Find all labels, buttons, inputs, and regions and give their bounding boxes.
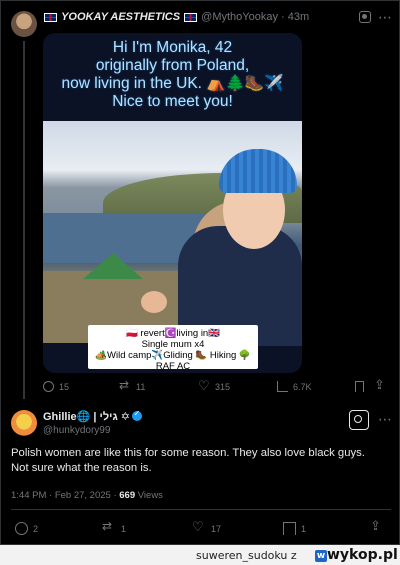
repost-icon xyxy=(102,519,116,535)
tweet-text: Polish women are like this for some reas… xyxy=(11,447,365,474)
tweet-actions: 15 11 315 6.7K xyxy=(43,377,385,395)
grok-icon[interactable] xyxy=(359,11,371,23)
more-icon[interactable]: ⋯ xyxy=(378,411,392,428)
like-button[interactable]: 17 xyxy=(192,519,221,535)
display-name[interactable]: YOOKAY AESTHETICS xyxy=(61,11,180,23)
wykop-logo-icon: w xyxy=(315,550,327,562)
timestamp[interactable]: 43m xyxy=(288,11,309,23)
bookmark-icon xyxy=(355,381,364,392)
repost-button[interactable]: 1 xyxy=(102,519,126,535)
bookmark-icon xyxy=(283,522,296,535)
repost-icon xyxy=(119,378,131,392)
more-icon[interactable]: ⋯ xyxy=(378,9,393,26)
verified-badge-icon xyxy=(132,409,142,421)
reply-button[interactable]: 15 xyxy=(43,381,69,392)
uk-flag-icon xyxy=(184,12,198,22)
watermark-footer: suweren_sudoku z w wykop.pl xyxy=(0,545,400,565)
grok-button[interactable] xyxy=(349,410,369,430)
display-name[interactable]: Ghillie🌐 | גילי ✡ xyxy=(43,409,142,423)
thread-connector xyxy=(23,41,25,399)
tweet-thread: YOOKAY AESTHETICS @MythoYookay · 43m ⋯ H… xyxy=(0,0,400,545)
reply-icon xyxy=(15,522,28,535)
reply-icon xyxy=(43,381,54,392)
views-label: Views xyxy=(135,490,163,501)
tweet-media[interactable]: Hi I'm Monika, 42 originally from Poland… xyxy=(43,33,302,373)
share-button[interactable] xyxy=(374,377,386,393)
media-caption: Hi I'm Monika, 42 originally from Poland… xyxy=(61,39,284,110)
heart-icon xyxy=(192,519,206,535)
share-icon xyxy=(370,518,384,535)
divider xyxy=(11,509,391,510)
views-count: 669 xyxy=(119,490,136,501)
photo xyxy=(43,121,302,346)
share-icon xyxy=(374,377,386,393)
handle[interactable]: @hunkydory99 xyxy=(43,425,110,436)
tweet-actions: 2 1 17 1 xyxy=(11,518,391,538)
bookmark-button[interactable]: 1 xyxy=(283,522,306,535)
uk-flag-icon xyxy=(44,12,57,22)
share-button[interactable] xyxy=(370,518,384,535)
views-icon xyxy=(277,381,288,392)
timestamp[interactable]: 1:44 PM · Feb 27, 2025 · xyxy=(11,490,119,501)
like-button[interactable]: 315 xyxy=(198,378,230,394)
uploader-name: suweren_sudoku z xyxy=(196,549,297,562)
repost-button[interactable]: 11 xyxy=(119,378,145,392)
reply-button[interactable]: 2 xyxy=(15,522,38,535)
avatar[interactable] xyxy=(11,410,37,436)
wykop-logo[interactable]: w wykop.pl xyxy=(315,547,398,563)
avatar[interactable] xyxy=(11,11,37,37)
views-button[interactable]: 6.7K xyxy=(277,381,312,392)
tent-shape xyxy=(83,253,143,279)
tweet-meta: 1:44 PM · Feb 27, 2025 · 669 Views xyxy=(11,490,163,501)
heart-icon xyxy=(198,378,210,394)
bio-caption-box: 🇵🇱 revert☪️living in🇬🇧 Single mum x4 🏕️W… xyxy=(88,325,258,372)
bookmark-button[interactable] xyxy=(355,381,364,392)
tweet-header: YOOKAY AESTHETICS @MythoYookay · 43m xyxy=(43,11,309,23)
handle[interactable]: @MythoYookay xyxy=(201,11,278,23)
